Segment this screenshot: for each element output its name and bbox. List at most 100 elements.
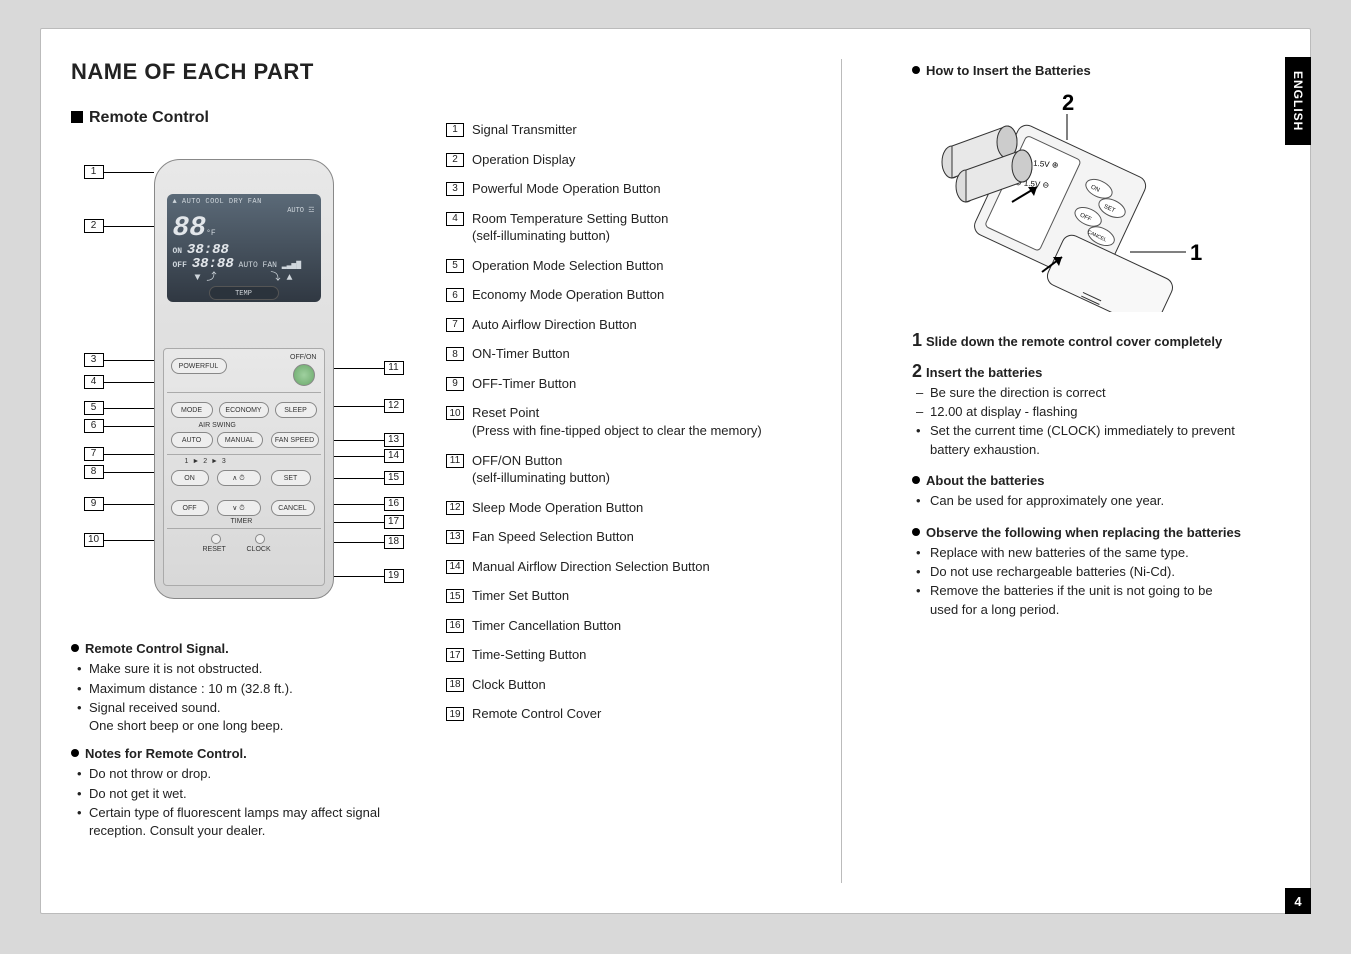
lcd-auto: AUTO (287, 207, 304, 215)
part-number-box: 7 (446, 318, 464, 332)
callout-5: 5 (84, 401, 104, 415)
manual-page: ENGLISH 4 NAME OF EACH PART Remote Contr… (40, 28, 1311, 914)
part-subdesc: (self-illuminating button) (472, 227, 668, 245)
remote-control-subhead: Remote Control (71, 109, 416, 127)
part-row: 16Timer Cancellation Button (446, 617, 831, 635)
offon-button (293, 364, 315, 386)
signal-note: Maximum distance : 10 m (32.8 ft.). (89, 680, 416, 698)
bullet-icon (71, 749, 79, 757)
part-desc: Remote Control Cover (472, 705, 601, 723)
right-column: How to Insert the Batteries ⊖ 1.5V ⊕ ⊕ 1… (842, 29, 1272, 913)
battery-figure: ⊖ 1.5V ⊕ ⊕ 1.5V ⊖ ON SET OFF CANCEL (912, 92, 1212, 312)
callout-7: 7 (84, 447, 104, 461)
part-desc: Signal Transmitter (472, 121, 577, 139)
set-button: SET (271, 470, 311, 486)
timer-label: TIMER (231, 518, 253, 525)
callout-6: 6 (84, 419, 104, 433)
signal-note: Make sure it is not obstructed. (89, 660, 416, 678)
step2-item: Be sure the direction is correct (930, 384, 1242, 403)
callout-14: 14 (384, 449, 404, 463)
callout-11: 11 (384, 361, 404, 375)
part-row: 7 Auto Airflow Direction Button (446, 316, 831, 334)
part-desc: Powerful Mode Operation Button (472, 180, 661, 198)
callout-12: 12 (384, 399, 404, 413)
lcd-modes: AUTO COOL DRY FAN (182, 198, 262, 206)
part-row: 1 Signal Transmitter (446, 121, 831, 139)
callout-9: 9 (84, 497, 104, 511)
part-number-box: 14 (446, 560, 464, 574)
part-number-box: 9 (446, 377, 464, 391)
part-desc: Economy Mode Operation Button (472, 286, 664, 304)
manual-swing-button: MANUAL (217, 432, 263, 448)
notes-block: Remote Control Signal. Make sure it is n… (71, 629, 416, 841)
part-desc: OFF-Timer Button (472, 375, 576, 393)
callout-2: 2 (84, 219, 104, 233)
offon-label: OFF/ON (290, 354, 316, 361)
part-number-box: 13 (446, 530, 464, 544)
part-row: 18Clock Button (446, 676, 831, 694)
part-desc: Sleep Mode Operation Button (472, 499, 643, 517)
part-number-box: 17 (446, 648, 464, 662)
bullet-icon (912, 528, 920, 536)
part-desc: Room Temperature Setting Button(self-ill… (472, 210, 668, 245)
observe-item: Replace with new batteries of the same t… (930, 544, 1242, 563)
remote-control-label: Remote Control (89, 109, 209, 126)
clock-point (255, 534, 265, 544)
lcd-off: OFF (173, 261, 187, 270)
callout-13: 13 (384, 433, 404, 447)
bullet-icon (912, 476, 920, 484)
part-number-box: 18 (446, 678, 464, 692)
part-number-box: 10 (446, 406, 464, 420)
part-number-box: 8 (446, 347, 464, 361)
lcd-unit: °F (206, 229, 216, 238)
timer-123-label: 1 ► 2 ► 3 (185, 458, 227, 465)
clock-label: CLOCK (247, 546, 271, 553)
step2-item: Set the current time (CLOCK) immediately… (930, 422, 1242, 460)
part-desc: Operation Display (472, 151, 575, 169)
part-number-box: 5 (446, 259, 464, 273)
part-row: 14 Manual Airflow Direction Selection But… (446, 558, 831, 576)
part-row: 12Sleep Mode Operation Button (446, 499, 831, 517)
remote-note: Certain type of fluorescent lamps may af… (89, 804, 416, 839)
step1-text: Slide down the remote control cover comp… (926, 334, 1222, 349)
callout-17: 17 (384, 515, 404, 529)
part-desc: Fan Speed Selection Button (472, 528, 634, 546)
part-desc: Auto Airflow Direction Button (472, 316, 637, 334)
observe-item: Do not use rechargeable batteries (Ni-Cd… (930, 563, 1242, 582)
lcd-temp-digits: 88 (173, 213, 207, 244)
part-row: 2Operation Display (446, 151, 831, 169)
observe-item: Remove the batteries if the unit is not … (930, 582, 1242, 620)
step2-head: Insert the batteries (926, 365, 1042, 380)
part-desc: ON-Timer Button (472, 345, 570, 363)
part-row: 5 Operation Mode Selection Button (446, 257, 831, 275)
part-row: 19Remote Control Cover (446, 705, 831, 723)
part-number-box: 4 (446, 212, 464, 226)
airswing-label: AIR SWING (199, 422, 236, 429)
sleep-button: SLEEP (275, 402, 317, 418)
callout-19: 19 (384, 569, 404, 583)
part-row: 13 Fan Speed Selection Button (446, 528, 831, 546)
signal-note: Signal received sound. One short beep or… (89, 699, 416, 734)
part-desc: Operation Mode Selection Button (472, 257, 664, 275)
callout-16: 16 (384, 497, 404, 511)
part-desc: Timer Cancellation Button (472, 617, 621, 635)
square-bullet-icon (71, 111, 83, 123)
part-number-box: 1 (446, 123, 464, 137)
fig-label-2: 2 (1062, 92, 1074, 115)
notes-head: Notes for Remote Control. (85, 746, 247, 761)
remote-diagram: 1 2 3 4 5 6 7 8 9 10 11 12 13 14 15 16 1… (84, 141, 404, 611)
part-desc: Timer Set Button (472, 587, 569, 605)
part-number-box: 6 (446, 288, 464, 302)
remote-lcd: ▲ AUTO COOL DRY FAN AUTO ☲ 88°F ON 38:88… (167, 194, 321, 302)
economy-button: ECONOMY (219, 402, 269, 418)
fanspeed-button: FAN SPEED (271, 432, 319, 448)
part-subdesc: (self-illuminating button) (472, 469, 610, 487)
remote-note: Do not throw or drop. (89, 765, 416, 783)
callout-15: 15 (384, 471, 404, 485)
part-desc: Manual Airflow Direction Selection Butto… (472, 558, 710, 576)
auto-swing-button: AUTO (171, 432, 213, 448)
part-row: 8 ON-Timer Button (446, 345, 831, 363)
time-up-button: ∧ ⏱ (217, 470, 261, 486)
signal-head: Remote Control Signal. (85, 641, 229, 656)
on-timer-button: ON (171, 470, 209, 486)
